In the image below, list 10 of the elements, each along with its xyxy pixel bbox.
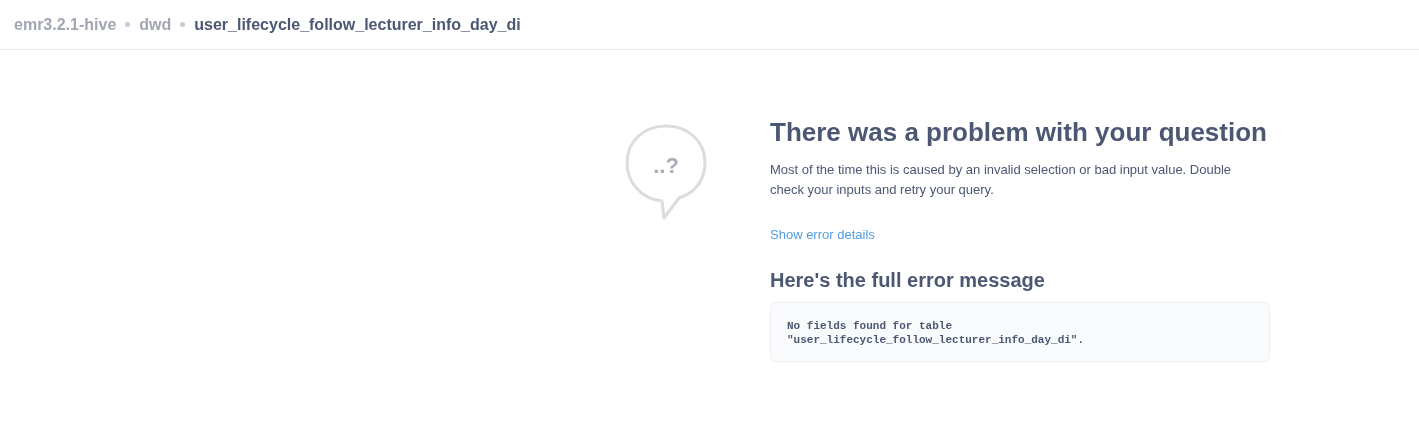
breadcrumb-item[interactable]: user_lifecycle_follow_lecturer_info_day_di bbox=[194, 15, 521, 34]
show-details-link[interactable]: Show error details bbox=[770, 227, 875, 242]
error-title: There was a problem with your question bbox=[770, 116, 1268, 148]
breadcrumb-item[interactable]: dwd bbox=[139, 15, 172, 34]
error-message: No fields found for table "user_lifecycle_follow_lecturer_info_day_di". bbox=[770, 302, 1270, 362]
speech-bubble-icon bbox=[624, 123, 708, 221]
message-heading: Here's the full error message bbox=[770, 269, 1046, 292]
breadcrumb-item[interactable]: emr3.2.1-hive bbox=[14, 15, 117, 34]
icon-text: ..? bbox=[652, 153, 680, 179]
error-description: Most of the time this is caused by an invalid selection or bad input value. Double check your inputs and retry your query. bbox=[770, 161, 1233, 199]
